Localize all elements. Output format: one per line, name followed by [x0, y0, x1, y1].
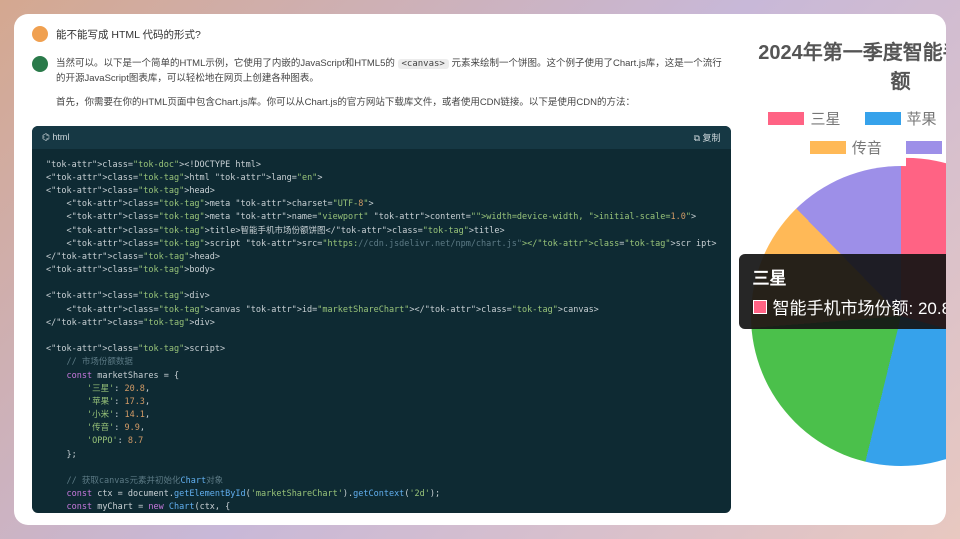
chat-column: 能不能写成 HTML 代码的形式? 当然可以。以下是一个简单的HTML示例，它使… [32, 26, 731, 513]
pie-wrap: 三星 智能手机市场份额: 20.8 [751, 166, 946, 466]
code-header: html 复制 [32, 126, 731, 149]
tooltip-swatch [753, 300, 767, 314]
inline-code: <canvas> [398, 59, 449, 69]
legend-item[interactable]: 苹果 [865, 108, 937, 129]
assistant-avatar [32, 56, 48, 72]
tooltip-row: 智能手机市场份额: 20.8 [753, 294, 946, 319]
assistant-message-row: 当然可以。以下是一个简单的HTML示例，它使用了内嵌的JavaScript和HT… [32, 56, 731, 118]
answer-paragraph-1: 当然可以。以下是一个简单的HTML示例，它使用了内嵌的JavaScript和HT… [56, 56, 731, 87]
code-language-label: html [42, 132, 69, 143]
code-content[interactable]: "tok-attr">class="tok-doc"><!DOCTYPE htm… [32, 149, 731, 513]
legend-item[interactable]: 三星 [768, 108, 840, 129]
user-question: 能不能写成 HTML 代码的形式? [56, 27, 201, 42]
legend-label: 三星 [810, 108, 840, 129]
legend-swatch [865, 112, 901, 125]
legend-label: 传音 [852, 137, 882, 158]
app-window: 能不能写成 HTML 代码的形式? 当然可以。以下是一个简单的HTML示例，它使… [14, 14, 946, 525]
user-message-row: 能不能写成 HTML 代码的形式? [32, 26, 731, 42]
chart-legend[interactable]: 三星苹果小米传音OPPO [751, 108, 946, 158]
answer-paragraph-2: 首先，你需要在你的HTML页面中包含Chart.js库。你可以从Chart.js… [56, 95, 731, 110]
tooltip-value: 智能手机市场份额: 20.8 [773, 294, 946, 319]
legend-swatch [810, 141, 846, 154]
tooltip-title: 三星 [753, 264, 946, 289]
legend-label: 苹果 [907, 108, 937, 129]
chart-panel: 2024年第一季度智能手机市场份额 三星苹果小米传音OPPO 三星 智能手机市场… [751, 26, 946, 513]
chart-title: 2024年第一季度智能手机市场份额 [751, 36, 946, 94]
legend-swatch [768, 112, 804, 125]
assistant-text: 当然可以。以下是一个简单的HTML示例，它使用了内嵌的JavaScript和HT… [56, 56, 731, 118]
legend-item[interactable]: 传音 [810, 137, 882, 158]
legend-item[interactable]: OPPO [906, 137, 946, 158]
chart-tooltip: 三星 智能手机市场份额: 20.8 [739, 254, 946, 329]
legend-swatch [906, 141, 942, 154]
copy-button[interactable]: 复制 [694, 131, 721, 144]
user-avatar [32, 26, 48, 42]
code-block: html 复制 "tok-attr">class="tok-doc"><!DOC… [32, 126, 731, 513]
